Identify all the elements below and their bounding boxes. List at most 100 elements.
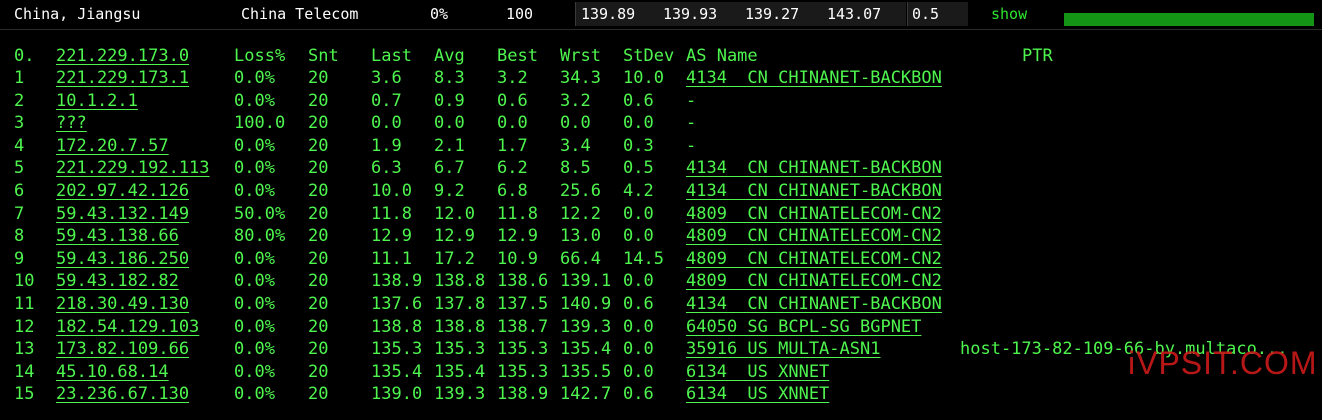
hop-host-link[interactable]: 59.43.138.66	[56, 225, 179, 247]
hop-loss: 0.0%	[234, 90, 275, 111]
hop-last: 139.0	[371, 384, 423, 405]
hop-best: 3.2	[497, 68, 528, 88]
hop-stdev: 10.0	[623, 68, 664, 88]
hop-index: 10	[14, 271, 35, 292]
hop-row: 15 23.236.67.130 0.0% 20 139.0 139.3 138.9 142.…	[0, 383, 1322, 405]
summary-last: 139.89	[581, 5, 636, 23]
hop-host-link[interactable]: 59.43.132.149	[56, 203, 189, 225]
hop-sent: 20	[308, 271, 329, 292]
hop-worst: 8.5	[560, 158, 591, 179]
hop-row: 10 59.43.182.82 0.0% 20 138.9 138.8 138.6 139.1…	[0, 270, 1322, 292]
hop-avg: 12.0	[434, 203, 475, 224]
hop-best: 135.3	[497, 361, 549, 382]
hop-stdev: 0.6	[623, 90, 654, 111]
hop-last: 11.8	[371, 203, 412, 224]
hop-best: 135.3	[497, 339, 549, 360]
hop-index: 15	[14, 384, 35, 405]
hop-row: 4 172.20.7.57 0.0% 20 1.9 2.1 1.7 3.4 0.3 -	[0, 135, 1322, 157]
hop-index: 6	[14, 181, 25, 201]
hop-host-link[interactable]: ???	[56, 112, 87, 134]
hop-as-name[interactable]: 4134 CN CHINANET-BACKBON	[686, 157, 942, 179]
hop-best: 6.8	[497, 181, 528, 201]
hop-as-name: -	[686, 135, 697, 156]
hop-best: 138.9	[497, 384, 549, 405]
hop-avg: 2.1	[434, 135, 465, 156]
hop-host-link[interactable]: 59.43.186.250	[56, 248, 189, 270]
hop-worst: 34.3	[560, 68, 601, 88]
hop-sent: 20	[308, 203, 329, 224]
hop-as-name[interactable]: 4134 CN CHINANET-BACKBON	[686, 293, 942, 315]
hop-host-link[interactable]: 59.43.182.82	[56, 270, 179, 292]
hop-as-name[interactable]: 35916 US MULTA-ASN1	[686, 338, 880, 360]
hop-host-link[interactable]: 221.229.173.1	[56, 67, 189, 89]
hop-host-link[interactable]: 172.20.7.57	[56, 135, 169, 157]
hop-host-link[interactable]: 182.54.129.103	[56, 316, 199, 338]
hop-stdev: 0.0	[623, 339, 654, 360]
hop-stdev: 0.5	[623, 158, 654, 179]
hop-host-link[interactable]: 173.82.109.66	[56, 338, 189, 360]
hop-stdev: 0.0	[623, 226, 654, 247]
summary-sent: 100	[506, 5, 534, 23]
show-button[interactable]: show	[991, 5, 1027, 23]
hop-as-name[interactable]: 4809 CN CHINATELECOM-CN2	[686, 270, 942, 292]
header-loss: Loss%	[234, 46, 286, 66]
hop-avg: 135.3	[434, 339, 486, 360]
header-host[interactable]: 221.229.173.0	[56, 45, 189, 67]
hop-sent: 20	[308, 113, 329, 134]
hop-worst: 142.7	[560, 384, 612, 405]
hop-row: 11 218.30.49.130 0.0% 20 137.6 137.8 137.5 140.…	[0, 293, 1322, 315]
hop-stdev: 0.3	[623, 135, 654, 156]
hop-as-name[interactable]: 6134 US XNNET	[686, 383, 829, 405]
hop-row: 2 10.1.2.1 0.0% 20 0.7 0.9 0.6 3.2 0.6 -	[0, 90, 1322, 112]
hop-best: 11.8	[497, 203, 538, 224]
hop-loss: 0.0%	[234, 361, 275, 382]
hop-loss: 0.0%	[234, 339, 275, 360]
hop-best: 0.6	[497, 90, 528, 111]
hop-as-name[interactable]: 4809 CN CHINATELECOM-CN2	[686, 248, 942, 270]
hop-last: 10.0	[371, 181, 412, 201]
hop-host-link[interactable]: 45.10.68.14	[56, 361, 169, 383]
header-as-name: AS Name	[686, 46, 758, 66]
hop-stdev: 0.0	[623, 203, 654, 224]
header-ptr: PTR	[1022, 46, 1053, 66]
hop-row: 6 202.97.42.126 0.0% 20 10.0 9.2 6.8 25.6 4.2 413…	[0, 180, 1322, 202]
hop-as-name[interactable]: 6134 US XNNET	[686, 361, 829, 383]
hop-stdev: 0.0	[623, 316, 654, 337]
hop-best: 10.9	[497, 248, 538, 269]
hop-worst: 139.3	[560, 316, 612, 337]
hop-avg: 0.0	[434, 113, 465, 134]
hop-avg: 135.4	[434, 361, 486, 382]
hop-loss: 50.0%	[234, 203, 286, 224]
hop-stdev: 0.0	[623, 113, 654, 134]
hop-last: 11.1	[371, 248, 412, 269]
hop-loss: 0.0%	[234, 384, 275, 405]
hop-loss: 0.0%	[234, 294, 275, 314]
hop-best: 0.0	[497, 113, 528, 134]
summary-location: China, Jiangsu	[14, 5, 141, 23]
hop-host-link[interactable]: 218.30.49.130	[56, 293, 189, 315]
hop-as-name[interactable]: 4134 CN CHINANET-BACKBON	[686, 67, 942, 89]
hop-host-link[interactable]: 23.236.67.130	[56, 383, 189, 405]
hop-stdev: 0.0	[623, 361, 654, 382]
hop-as-name: -	[686, 113, 697, 134]
hop-worst: 13.0	[560, 226, 601, 247]
hop-as-name[interactable]: 4809 CN CHINATELECOM-CN2	[686, 225, 942, 247]
header-wrst: Wrst	[560, 46, 601, 66]
hop-row: 5 221.229.192.113 0.0% 20 6.3 6.7 6.2 8.5 0.5 413…	[0, 157, 1322, 179]
hop-stdev: 4.2	[623, 181, 654, 201]
hop-row: 14 45.10.68.14 0.0% 20 135.4 135.4 135.3 135.5 0…	[0, 361, 1322, 383]
hop-as-name[interactable]: 64050 SG BCPL-SG BGPNET	[686, 316, 921, 338]
hop-worst: 139.1	[560, 271, 612, 292]
hop-last: 0.0	[371, 113, 402, 134]
hop-host-link[interactable]: 221.229.192.113	[56, 157, 210, 179]
hop-sent: 20	[308, 68, 329, 88]
hop-last: 6.3	[371, 158, 402, 179]
hop-as-name[interactable]: 4134 CN CHINANET-BACKBON	[686, 180, 942, 202]
progress-fill	[1064, 13, 1314, 26]
hop-host-link[interactable]: 10.1.2.1	[56, 90, 138, 112]
hop-as-name[interactable]: 4809 CN CHINATELECOM-CN2	[686, 203, 942, 225]
hop-host-link[interactable]: 202.97.42.126	[56, 180, 189, 202]
hop-row: 12 182.54.129.103 0.0% 20 138.8 138.8 138.7 139…	[0, 316, 1322, 338]
hop-sent: 20	[308, 158, 329, 179]
trace-panel: 0. 221.229.173.0 Loss% Snt Last Avg Best…	[0, 29, 1322, 420]
